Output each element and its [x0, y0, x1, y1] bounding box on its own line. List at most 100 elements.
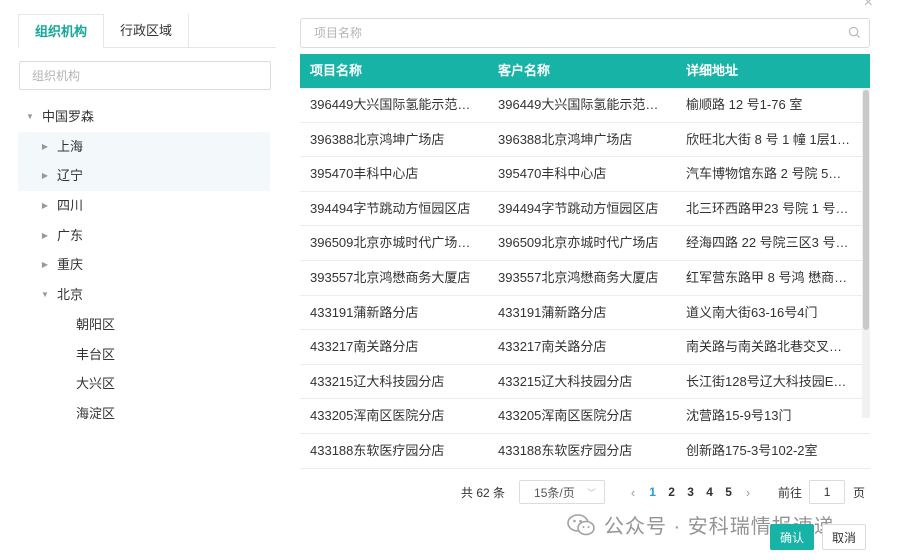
project-search	[300, 18, 870, 48]
column-header-address: 详细地址	[686, 63, 739, 78]
cell-project: 395470丰科中心店	[310, 166, 419, 182]
table-row[interactable]: 433191蒲新路分店 433191蒲新路分店 道义南大街63-16号4门	[300, 296, 870, 331]
project-panel: 项目名称 客户名称 详细地址 396449大兴国际氢能示范区店 396449大兴…	[300, 18, 870, 469]
page-button-4[interactable]: 4	[700, 485, 719, 499]
confirm-button[interactable]: 确认	[770, 524, 814, 550]
tree-node-root[interactable]: ▼ 中国罗森	[18, 102, 276, 132]
cell-project: 393557北京鸿懋商务大厦店	[310, 269, 471, 285]
caret-right-icon[interactable]: ▶	[38, 132, 52, 162]
caret-right-icon[interactable]: ▶	[38, 191, 52, 221]
cell-address: 道义南大街63-16号4门	[686, 304, 818, 320]
tab-organization[interactable]: 组织机构	[18, 14, 105, 48]
org-tabs: 组织机构 行政区域	[18, 14, 276, 48]
tree-node-label: 重庆	[57, 257, 84, 273]
page-button-2[interactable]: 2	[662, 485, 681, 499]
wechat-icon	[567, 513, 595, 535]
cell-customer: 396388北京鸿坤广场店	[498, 131, 633, 147]
cell-project: 433205浑南区医院分店	[310, 408, 445, 424]
tree-node-label: 上海	[57, 138, 84, 154]
tree-node-label: 中国罗森	[42, 109, 95, 124]
tree-node-chaoyang[interactable]: 朝阳区	[18, 310, 276, 340]
table-row[interactable]: 433215辽大科技园分店 433215辽大科技园分店 长江街128号辽大科技园…	[300, 365, 870, 400]
project-search-input[interactable]	[301, 19, 869, 47]
cell-address: 沈营路15-9号13门	[686, 408, 792, 424]
cell-address: 创新路175-3号102-2室	[686, 442, 818, 458]
tree-node-liaoning[interactable]: ▶ 辽宁	[18, 161, 270, 192]
cell-project: 396509北京亦城时代广场店 ...	[310, 235, 485, 251]
scrollbar-thumb[interactable]	[863, 90, 869, 330]
chevron-down-icon: ﹀	[587, 487, 597, 498]
table-row[interactable]: 433217南关路分店 433217南关路分店 南关路与南关路北巷交叉口东...	[300, 330, 870, 365]
caret-right-icon[interactable]: ▶	[38, 250, 52, 280]
tree-node-chongqing[interactable]: ▶ 重庆	[18, 250, 276, 280]
tab-admin-region[interactable]: 行政区域	[104, 14, 190, 47]
prev-page-button[interactable]: ‹	[623, 485, 643, 500]
cell-address: 红军营东路甲 8 号鸿 懋商务...	[686, 269, 858, 285]
page-size-select[interactable]: 15条/页 ﹀	[519, 480, 606, 504]
cell-customer: 433191蒲新路分店	[498, 304, 607, 320]
table-row[interactable]: 433205浑南区医院分店 433205浑南区医院分店 沈营路15-9号13门	[300, 399, 870, 434]
org-panel: 组织机构 行政区域 ▼ 中国罗森 ▶ 上海 ▶ 辽宁 ▶ 四川 ▶ 广东 ▶ 重…	[18, 14, 276, 429]
tree-node-guangdong[interactable]: ▶ 广东	[18, 221, 276, 251]
caret-right-icon[interactable]: ▶	[38, 221, 52, 251]
total-count: 共 62 条	[461, 485, 506, 500]
tree-node-label: 四川	[57, 198, 84, 214]
column-header-project: 项目名称	[310, 63, 363, 78]
cell-address: 长江街128号辽大科技园E区1...	[686, 373, 858, 389]
tree-node-label: 丰台区	[76, 346, 116, 362]
close-icon[interactable]: ×	[864, 0, 873, 12]
page-button-5[interactable]: 5	[719, 485, 738, 499]
tree-node-beijing[interactable]: ▼ 北京	[18, 280, 276, 310]
table-row[interactable]: 396509北京亦城时代广场店 ... 396509北京亦城时代广场店 经海四路…	[300, 226, 870, 261]
cell-customer: 396509北京亦城时代广场店	[498, 235, 659, 251]
org-tree: ▼ 中国罗森 ▶ 上海 ▶ 辽宁 ▶ 四川 ▶ 广东 ▶ 重庆 ▼ 北京 朝阳区	[18, 102, 276, 429]
cell-project: 433217南关路分店	[310, 339, 419, 355]
cell-address: 南关路与南关路北巷交叉口东...	[686, 339, 858, 355]
page-button-3[interactable]: 3	[681, 485, 700, 499]
tree-node-sichuan[interactable]: ▶ 四川	[18, 191, 276, 221]
cell-address: 汽车博物馆东路 2 号院 5幢-1...	[686, 166, 858, 182]
goto-label: 前往	[778, 485, 803, 500]
goto-unit: 页	[853, 485, 866, 500]
table-row[interactable]: 393557北京鸿懋商务大厦店 393557北京鸿懋商务大厦店 红军营东路甲 8…	[300, 261, 870, 296]
tree-node-label: 广东	[57, 227, 84, 243]
tree-node-fengtai[interactable]: 丰台区	[18, 340, 276, 370]
tree-node-label: 北京	[57, 287, 84, 303]
table-row[interactable]: 395470丰科中心店 395470丰科中心店 汽车博物馆东路 2 号院 5幢-…	[300, 157, 870, 192]
tree-node-label: 朝阳区	[76, 316, 116, 332]
pagination: 共 62 条 15条/页 ﹀ ‹ 1 2 3 4 5 › 前往 页	[461, 480, 865, 504]
tree-node-haidian[interactable]: 海淀区	[18, 399, 276, 429]
table-header: 项目名称 客户名称 详细地址	[300, 54, 870, 88]
cell-customer: 433205浑南区医院分店	[498, 408, 633, 424]
cell-customer: 394494字节跳动方恒园区店	[498, 200, 659, 216]
caret-down-icon[interactable]: ▼	[38, 280, 52, 310]
table-row[interactable]: 433188东软医疗园分店 433188东软医疗园分店 创新路175-3号102…	[300, 434, 870, 469]
cell-project: 433191蒲新路分店	[310, 304, 419, 320]
search-icon[interactable]	[848, 26, 861, 39]
cell-project: 396388北京鸿坤广场店	[310, 131, 445, 147]
cell-project: 433215辽大科技园分店	[310, 373, 445, 389]
caret-down-icon[interactable]: ▼	[23, 102, 37, 132]
cell-customer: 395470丰科中心店	[498, 166, 607, 182]
column-header-customer: 客户名称	[498, 63, 551, 78]
tree-node-daxing[interactable]: 大兴区	[18, 369, 276, 399]
table-row[interactable]: 394494字节跳动方恒园区店 394494字节跳动方恒园区店 北三环西路甲23…	[300, 192, 870, 227]
org-search-input[interactable]	[19, 61, 271, 90]
table-row[interactable]: 396388北京鸿坤广场店 396388北京鸿坤广场店 欣旺北大街 8 号 1 …	[300, 123, 870, 158]
cell-address: 榆顺路 12 号1-76 室	[686, 97, 803, 112]
cell-address: 北三环西路甲23 号院 1 号楼1...	[686, 200, 858, 216]
cancel-button[interactable]: 取消	[822, 524, 866, 550]
cell-customer: 433217南关路分店	[498, 339, 607, 355]
cell-project: 394494字节跳动方恒园区店	[310, 200, 471, 216]
tree-node-shanghai[interactable]: ▶ 上海	[18, 131, 270, 162]
cell-customer: 396449大兴国际氢能示范区店	[498, 97, 672, 112]
cell-address: 经海四路 22 号院三区3 号楼 ...	[686, 235, 858, 251]
goto-page-input[interactable]	[809, 480, 846, 504]
cell-customer: 433188东软医疗园分店	[498, 442, 633, 458]
next-page-button[interactable]: ›	[738, 485, 758, 500]
caret-right-icon[interactable]: ▶	[38, 161, 52, 191]
table-row[interactable]: 396449大兴国际氢能示范区店 396449大兴国际氢能示范区店 榆顺路 12…	[300, 88, 870, 123]
cell-customer: 393557北京鸿懋商务大厦店	[498, 269, 659, 285]
page-button-1[interactable]: 1	[643, 485, 662, 499]
page-size-value: 15条/页	[534, 485, 575, 500]
